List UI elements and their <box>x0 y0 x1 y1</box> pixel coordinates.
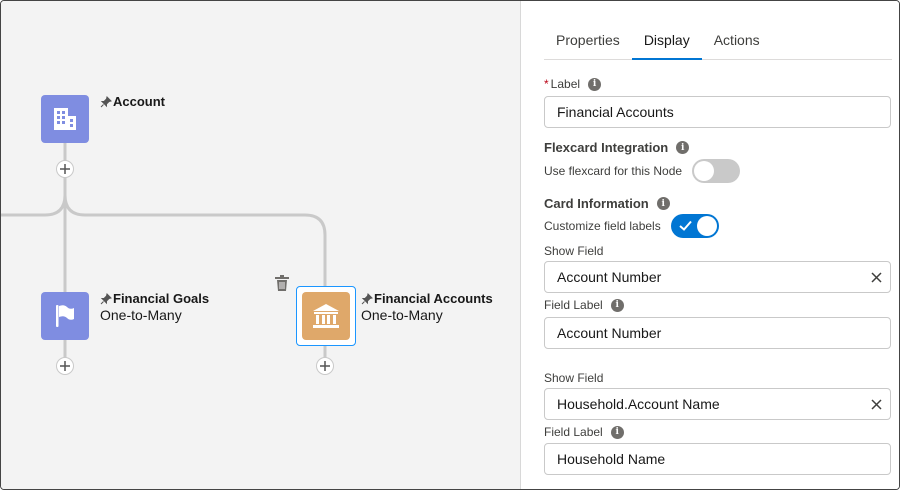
pin-icon <box>100 293 112 305</box>
clear-button[interactable] <box>868 269 884 285</box>
add-child-button[interactable] <box>56 160 74 178</box>
field-label-label-text: Field Label <box>544 298 603 312</box>
bank-icon <box>313 304 339 328</box>
info-icon[interactable]: i <box>656 197 670 210</box>
add-child-button[interactable] <box>56 357 74 375</box>
node-title: Financial Goals <box>113 291 210 306</box>
field-label-label: Field Label i <box>544 425 624 439</box>
show-field-label-text: Show Field <box>544 371 604 385</box>
label-text: Label <box>550 77 581 91</box>
label-field-label: * Label i <box>544 77 602 91</box>
field-label-label-text: Field Label <box>544 425 603 439</box>
hierarchy-canvas[interactable]: Account Financial Goals One-to-Many Fina… <box>1 1 521 489</box>
field-label-value: Household Name <box>557 451 666 467</box>
financial-goals-node-label: Financial Goals One-to-Many <box>100 291 209 323</box>
toggle-knob <box>694 161 715 181</box>
field-label-input[interactable]: Account Number <box>544 317 891 349</box>
node-settings-panel: Properties Display Actions * Label i Fina… <box>522 1 899 489</box>
show-field-label: Show Field <box>544 371 603 385</box>
customize-labels-toggle-row: Customize field labels <box>544 214 719 238</box>
toggle-knob <box>696 216 717 236</box>
pin-icon <box>100 96 112 108</box>
show-field-label-text: Show Field <box>544 244 604 258</box>
tab-actions[interactable]: Actions <box>702 23 772 60</box>
info-icon[interactable]: i <box>610 425 624 439</box>
show-field-combobox[interactable]: Account Number <box>544 261 891 293</box>
tab-display[interactable]: Display <box>631 23 702 60</box>
node-relationship: One-to-Many <box>361 307 443 323</box>
check-icon <box>679 220 692 231</box>
close-icon <box>870 398 882 410</box>
financial-goals-node[interactable] <box>41 292 89 340</box>
label-input[interactable]: Financial Accounts <box>544 96 891 128</box>
card-info-heading-text: Card Information <box>544 196 649 211</box>
panel-tabs: Properties Display Actions <box>544 23 892 60</box>
info-icon[interactable]: i <box>676 141 690 154</box>
show-field-value: Household.Account Name <box>557 396 720 412</box>
required-marker: * <box>544 77 549 91</box>
plus-icon <box>320 361 330 371</box>
node-title: Account <box>113 94 165 109</box>
plus-icon <box>60 164 70 174</box>
plus-icon <box>60 361 70 371</box>
add-child-button[interactable] <box>316 357 334 375</box>
financial-accounts-node[interactable] <box>302 292 350 340</box>
financial-accounts-node-label: Financial Accounts One-to-Many <box>361 291 493 323</box>
flexcard-heading-text: Flexcard Integration <box>544 140 669 155</box>
customize-labels-toggle-label: Customize field labels <box>544 219 661 233</box>
field-label-label: Field Label i <box>544 298 624 312</box>
info-icon[interactable]: i <box>588 77 602 91</box>
card-info-heading: Card Information i <box>544 196 670 211</box>
close-icon <box>870 271 882 283</box>
field-label-value: Account Number <box>557 325 662 341</box>
flexcard-toggle[interactable] <box>692 159 741 183</box>
delete-icon[interactable] <box>275 275 289 291</box>
flexcard-toggle-row: Use flexcard for this Node <box>544 159 741 183</box>
tab-properties[interactable]: Properties <box>544 23 632 60</box>
show-field-label: Show Field <box>544 244 603 258</box>
pin-icon <box>361 293 373 305</box>
account-node-label: Account <box>100 94 165 110</box>
show-field-value: Account Number <box>557 269 662 285</box>
node-relationship: One-to-Many <box>100 307 182 323</box>
flag-icon <box>56 305 74 327</box>
building-icon <box>54 108 76 130</box>
field-label-input[interactable]: Household Name <box>544 443 891 475</box>
flexcard-heading: Flexcard Integration i <box>544 140 690 155</box>
node-title: Financial Accounts <box>374 291 493 306</box>
clear-button[interactable] <box>868 396 884 412</box>
app-frame: Account Financial Goals One-to-Many Fina… <box>0 0 900 490</box>
info-icon[interactable]: i <box>610 298 624 312</box>
account-node[interactable] <box>41 95 89 143</box>
label-input-value: Financial Accounts <box>557 104 674 120</box>
customize-labels-toggle[interactable] <box>670 214 719 238</box>
flexcard-toggle-label: Use flexcard for this Node <box>544 164 683 178</box>
show-field-combobox[interactable]: Household.Account Name <box>544 388 891 420</box>
connector-lines <box>1 143 327 363</box>
